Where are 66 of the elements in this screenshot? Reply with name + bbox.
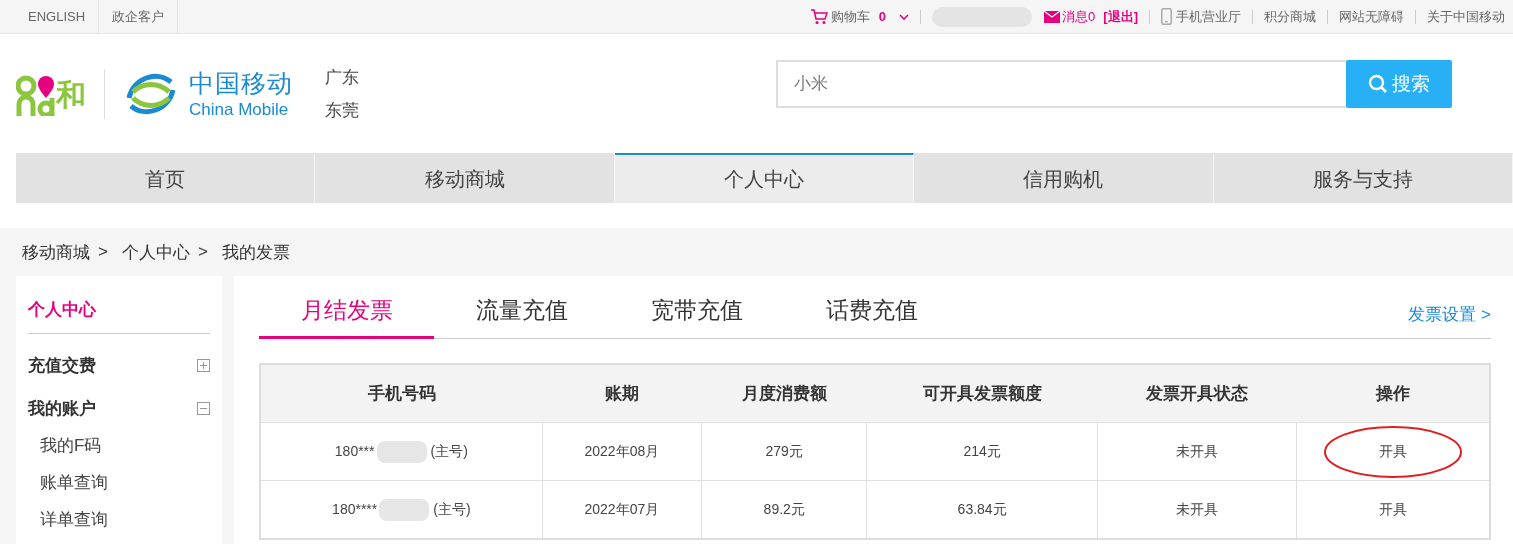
phone-number: 180*** [334,442,375,459]
column-header: 操作 [1296,364,1490,423]
invoice-settings-link[interactable]: 发票设置 > [1408,303,1491,338]
logout-link[interactable]: [退出] [1103,7,1138,26]
top-link[interactable]: 手机营业厅 [1161,7,1241,26]
column-header: 手机号码 [260,364,543,423]
nav-tab[interactable]: 个人中心 [614,153,915,203]
issue-invoice-link[interactable]: 开具 [1378,442,1407,459]
sidebar-group[interactable]: 充值交费 [28,354,96,377]
sidebar-group[interactable]: 我的账户 [28,397,96,420]
primary-number-tag: (主号) [433,500,471,517]
phone-icon [1161,8,1172,25]
brand-name: 中国移动 [189,68,293,99]
table-cell: 未开具 [1175,500,1218,517]
column-header: 月度消费额 [701,364,867,423]
table-cell: 89.2元 [763,500,805,517]
table-cell: 2022年07月 [584,500,660,517]
table-cell: 未开具 [1175,442,1218,459]
top-link[interactable]: ENGLISH [0,0,100,34]
invoice-tab[interactable]: 话费充值 [784,295,959,339]
column-header: 可开具发票额度 [866,364,1098,423]
primary-number-tag: (主号) [430,442,468,459]
top-link[interactable]: 关于中国移动 [1427,7,1505,26]
breadcrumb-link[interactable]: 个人中心 [121,240,190,264]
breadcrumb-link[interactable]: 我的发票 [221,240,290,264]
table-cell: 214元 [963,442,1001,459]
region-label[interactable]: 广东 [325,65,359,89]
sidebar-item[interactable]: 我的F码 [28,434,210,457]
sidebar-item[interactable]: 账单查询 [28,471,210,494]
and-logo: 和 [16,71,86,116]
table-cell: 279元 [765,442,803,459]
nav-tab[interactable]: 信用购机 [914,153,1214,203]
table-cell: 63.84元 [957,500,1007,517]
nav-tab[interactable]: 首页 [16,153,316,203]
breadcrumb-link[interactable]: 移动商城 [22,240,90,264]
breadcrumb-separator: > [197,242,208,262]
nav-tab[interactable]: 移动商城 [315,153,615,203]
caret-icon[interactable] [899,13,910,20]
invoice-tab[interactable]: 宽带充值 [609,295,784,339]
envelope-icon [1044,10,1061,23]
brand-name-english: China Mobile [189,100,290,120]
top-link[interactable]: 政企客户 [99,0,179,34]
sidebar-title[interactable]: 个人中心 [28,276,210,334]
blurred-digits [379,498,430,521]
cart-icon [809,8,828,25]
invoice-tab[interactable]: 流量充值 [434,295,609,339]
blurred-digits [376,440,427,463]
column-header: 账期 [542,364,702,423]
nav-tab[interactable]: 服务与支持 [1213,153,1513,203]
collapse-icon[interactable] [197,402,210,415]
cart-link[interactable]: 购物车 [830,7,870,26]
breadcrumb-separator: > [98,242,108,262]
top-link[interactable]: 积分商城 [1264,7,1316,26]
search-icon [1368,73,1388,94]
column-header: 发票开具状态 [1097,364,1297,423]
expand-icon[interactable] [197,359,210,372]
issue-invoice-link[interactable]: 开具 [1378,500,1407,517]
search-field[interactable]: 小米 [776,59,1346,108]
table-cell: 2022年08月 [584,442,660,459]
cart-count: 0 [878,9,887,24]
invoice-tab[interactable]: 月结发票 [259,295,434,339]
top-link[interactable]: 网站无障碍 [1339,7,1404,26]
region-label[interactable]: 东莞 [325,98,359,122]
phone-number: 180**** [332,500,378,517]
messages-link[interactable]: 消息0 [1062,7,1096,26]
sidebar-item[interactable]: 详单查询 [28,508,210,531]
